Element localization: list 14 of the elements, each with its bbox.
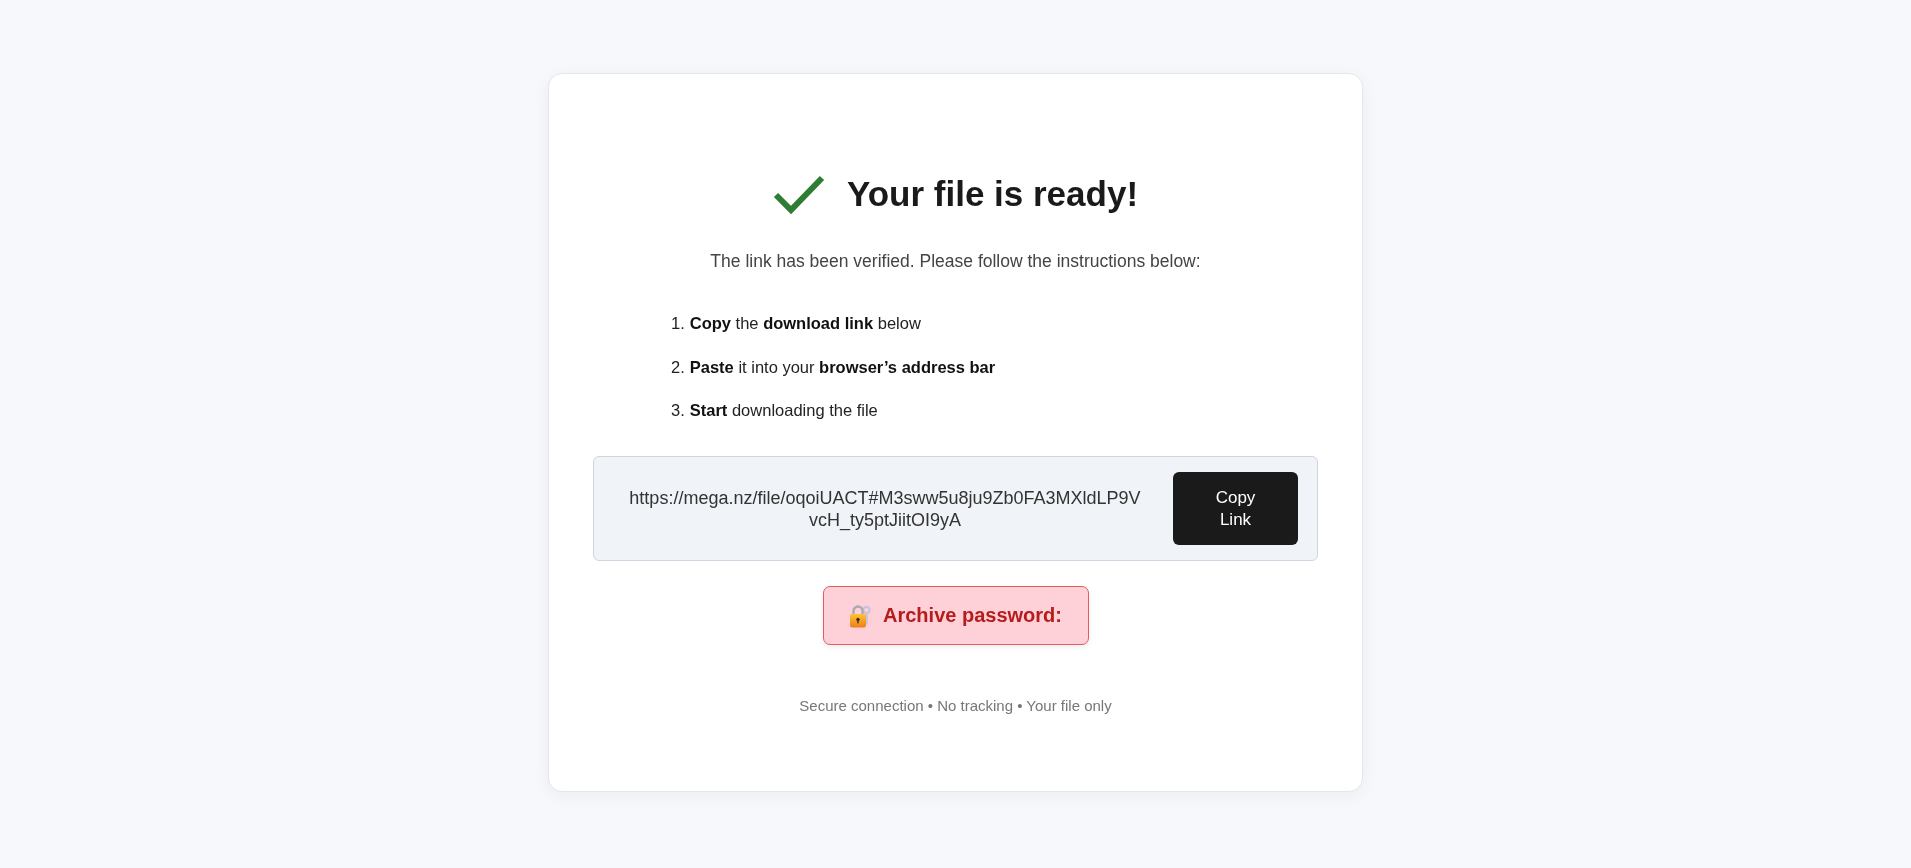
page-title: Your file is ready! bbox=[846, 173, 1139, 215]
copy-link-button[interactable]: Copy Link bbox=[1173, 472, 1298, 545]
lock-key-icon bbox=[849, 603, 871, 628]
step-text: Start downloading the file bbox=[689, 400, 878, 421]
step-number: 1. bbox=[671, 313, 685, 334]
step-text: Paste it into your browser’s address bar bbox=[689, 356, 996, 378]
footer-text: Secure connection • No tracking • Your file only bbox=[799, 696, 1112, 716]
password-label: Archive password: bbox=[883, 604, 1062, 627]
step-text: Copy the download link below bbox=[689, 313, 921, 334]
step-number: 2. bbox=[671, 356, 685, 378]
step-number: 3. bbox=[671, 400, 685, 421]
check-icon bbox=[772, 174, 825, 214]
intro-text: The link has been verified. Please follow the instructions below: bbox=[710, 250, 1201, 273]
download-url: https://mega.nz/file/oqoiUACT#M3sww5u8ju9Zb0FA3MXldLP9VvcH_ty5ptJiitOI9yA bbox=[628, 486, 1142, 531]
